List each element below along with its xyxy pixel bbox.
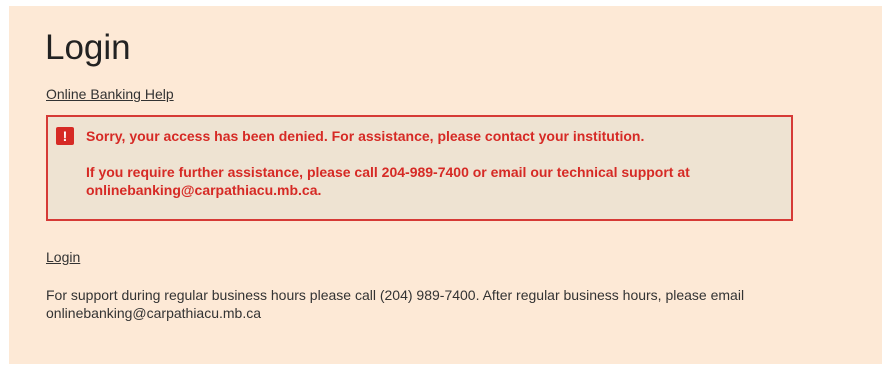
alert-icon: !	[56, 127, 74, 145]
error-assistance-text: If you require further assistance, pleas…	[86, 164, 690, 198]
support-info-text: For support during regular business hour…	[46, 287, 745, 321]
login-link[interactable]: Login	[46, 249, 80, 265]
error-access-denied-text: Sorry, your access has been denied. For …	[86, 128, 645, 144]
online-banking-help-link[interactable]: Online Banking Help	[46, 86, 174, 102]
login-panel: Login Online Banking Help ! Sorry, your …	[9, 6, 882, 364]
error-message-box: ! Sorry, your access has been denied. Fo…	[46, 115, 793, 221]
page-title: Login	[45, 28, 131, 67]
